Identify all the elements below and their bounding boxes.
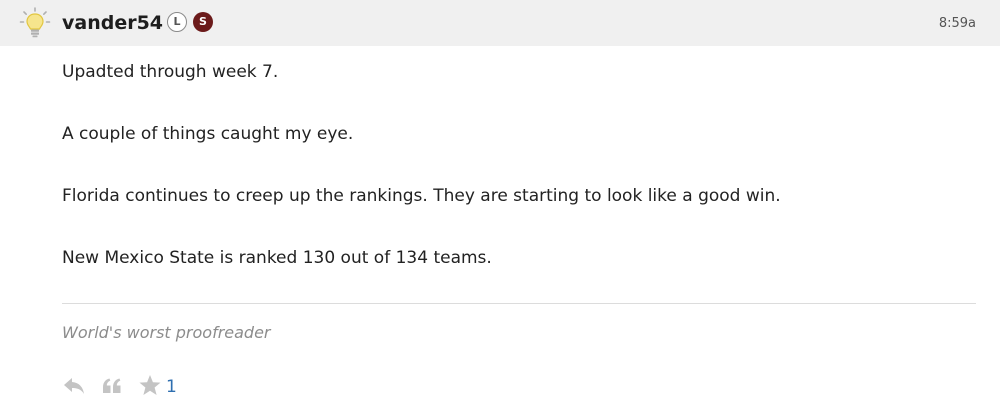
forum-post: vander54 L S 8:59a Upadted through week … <box>0 0 1000 415</box>
badge-s: S <box>193 12 213 32</box>
reply-arrow-icon[interactable] <box>62 373 86 399</box>
lightbulb-icon <box>18 6 52 40</box>
post-paragraph: New Mexico State is ranked 130 out of 13… <box>62 248 492 268</box>
post-paragraph: Upadted through week 7. <box>62 62 279 82</box>
quote-icon[interactable] <box>100 373 124 399</box>
star-icon[interactable] <box>138 373 162 399</box>
post-signature: World's worst proofreader <box>62 323 271 342</box>
signature-divider <box>62 303 976 304</box>
star-count[interactable]: 1 <box>166 376 177 398</box>
post-header: vander54 L S 8:59a <box>0 0 1000 46</box>
post-paragraph: A couple of things caught my eye. <box>62 124 354 144</box>
post-timestamp: 8:59a <box>938 16 976 31</box>
badge-l: L <box>167 12 187 32</box>
post-paragraph: Florida continues to creep up the rankin… <box>62 186 781 206</box>
author-username[interactable]: vander54 <box>62 11 163 35</box>
